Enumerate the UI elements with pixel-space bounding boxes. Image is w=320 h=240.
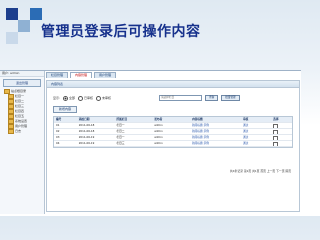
radio-pending-label: 未审核	[102, 96, 112, 100]
logo	[6, 8, 42, 44]
header-date: 添加日期	[78, 117, 90, 121]
logo-square-c	[30, 8, 42, 20]
logo-square-b	[18, 20, 30, 32]
content-panel: 内容列表 显示: 全部 已审核 未审核 请选择栏目 查询 批量管理 新增内容 编…	[46, 80, 300, 212]
table-cell: 栏目一	[116, 123, 125, 127]
sidebar-tree-label: 日志	[15, 129, 22, 133]
table-cell: admin	[154, 135, 163, 139]
radio-all-label: 全部	[69, 96, 76, 100]
sidebar-tree: 站点根目录 栏目一 栏目二 栏目三 栏目四 栏目五 系统设置 用户管理 日志	[0, 89, 44, 134]
table-cell[interactable]: 通过	[241, 135, 271, 140]
tab-content[interactable]: 内容管理	[70, 72, 93, 78]
radio-approved-label: 已审核	[84, 96, 94, 100]
row-checkbox[interactable]	[273, 130, 279, 134]
table-cell[interactable]: 新闻标题 示例	[190, 141, 241, 146]
radio-approved[interactable]	[78, 95, 84, 101]
sidebar-tree-item[interactable]: 日志	[0, 129, 44, 134]
table-cell: 栏目二	[116, 129, 125, 133]
panel-title: 内容列表	[47, 81, 299, 88]
query-button[interactable]: 查询	[205, 95, 219, 101]
pagination[interactable]: 共4条记录 第1页 共1页 首页 上一页 下一页 尾页	[230, 169, 291, 173]
column-select[interactable]: 请选择栏目	[159, 95, 203, 101]
row-checkbox[interactable]	[273, 124, 279, 128]
content-table: 编号 添加日期 所属栏目 发布者 内容标题 审核 选择 01 2011-06-18…	[53, 116, 293, 148]
add-content-button[interactable]: 新增内容	[53, 106, 78, 113]
tab-columns[interactable]: 栏目管理	[46, 72, 69, 78]
table-cell: 栏目一	[116, 135, 125, 139]
row-checkbox[interactable]	[273, 142, 279, 146]
row-checkbox[interactable]	[273, 136, 279, 140]
admin-app-screenshot: 用户: admin 退出管理 站点根目录 栏目一 栏目二 栏目三 栏目四 栏目五 系统设置用…	[0, 70, 301, 214]
logout-button[interactable]: 退出管理	[3, 79, 41, 87]
table-cell: admin	[154, 129, 163, 133]
table-cell: 栏目三	[116, 141, 125, 145]
header-review: 审核	[242, 117, 249, 121]
table-cell[interactable]: 新闻标题 示例	[190, 123, 241, 128]
user-status: 用户: admin	[0, 71, 44, 77]
header-author: 发布者	[154, 117, 163, 121]
tab-users[interactable]: 用户管理	[94, 72, 117, 78]
table-row: 04 2011-06-19 栏目三 admin 新闻标题 示例 通过	[54, 141, 292, 147]
headline: 管理员登录后可操作内容	[41, 24, 201, 40]
batch-manage-button[interactable]: 批量管理	[221, 95, 240, 101]
table-cell: 01	[56, 123, 60, 127]
radio-pending[interactable]	[96, 95, 102, 101]
logo-square-d	[6, 32, 18, 44]
table-cell[interactable]: 通过	[241, 141, 271, 146]
table-cell	[271, 141, 292, 146]
table-cell[interactable]: 新闻标题 示例	[190, 135, 241, 140]
table-cell: 2011-06-19	[78, 141, 95, 145]
table-cell: 2011-06-19	[78, 135, 95, 139]
table-cell: 2011-06-18	[78, 129, 95, 133]
table-cell: admin	[154, 123, 163, 127]
sidebar: 用户: admin 退出管理 站点根目录 栏目一 栏目二 栏目三 栏目四 栏目五 系统设置用…	[0, 71, 45, 214]
table-cell: 02	[56, 129, 60, 133]
table-cell	[271, 129, 292, 134]
table-cell	[271, 123, 292, 128]
header-id: 编号	[56, 117, 62, 121]
radio-all[interactable]	[63, 95, 69, 101]
filter-label: 显示:	[53, 96, 61, 100]
filter-bar: 显示: 全部 已审核 未审核 请选择栏目 查询 批量管理	[53, 95, 293, 101]
header-column: 所属栏目	[116, 117, 128, 121]
table-cell: 2011-06-18	[78, 123, 95, 127]
tab-bar: 栏目管理 内容管理 用户管理	[46, 72, 117, 78]
table-cell: 04	[56, 141, 60, 145]
header-title: 内容标题	[192, 117, 203, 121]
table-cell[interactable]: 通过	[241, 129, 271, 134]
table-cell: admin	[154, 141, 163, 145]
logo-square-a	[6, 8, 18, 20]
header-select: 选择	[273, 117, 279, 121]
folder-icon	[8, 129, 14, 134]
table-body: 01 2011-06-18 栏目一 admin 新闻标题 示例 通过 02 2011-06-1…	[54, 123, 292, 147]
table-cell: 03	[56, 135, 60, 139]
table-cell	[271, 135, 292, 140]
table-cell[interactable]: 新闻标题 示例	[190, 129, 241, 134]
table-cell[interactable]: 通过	[241, 123, 271, 128]
